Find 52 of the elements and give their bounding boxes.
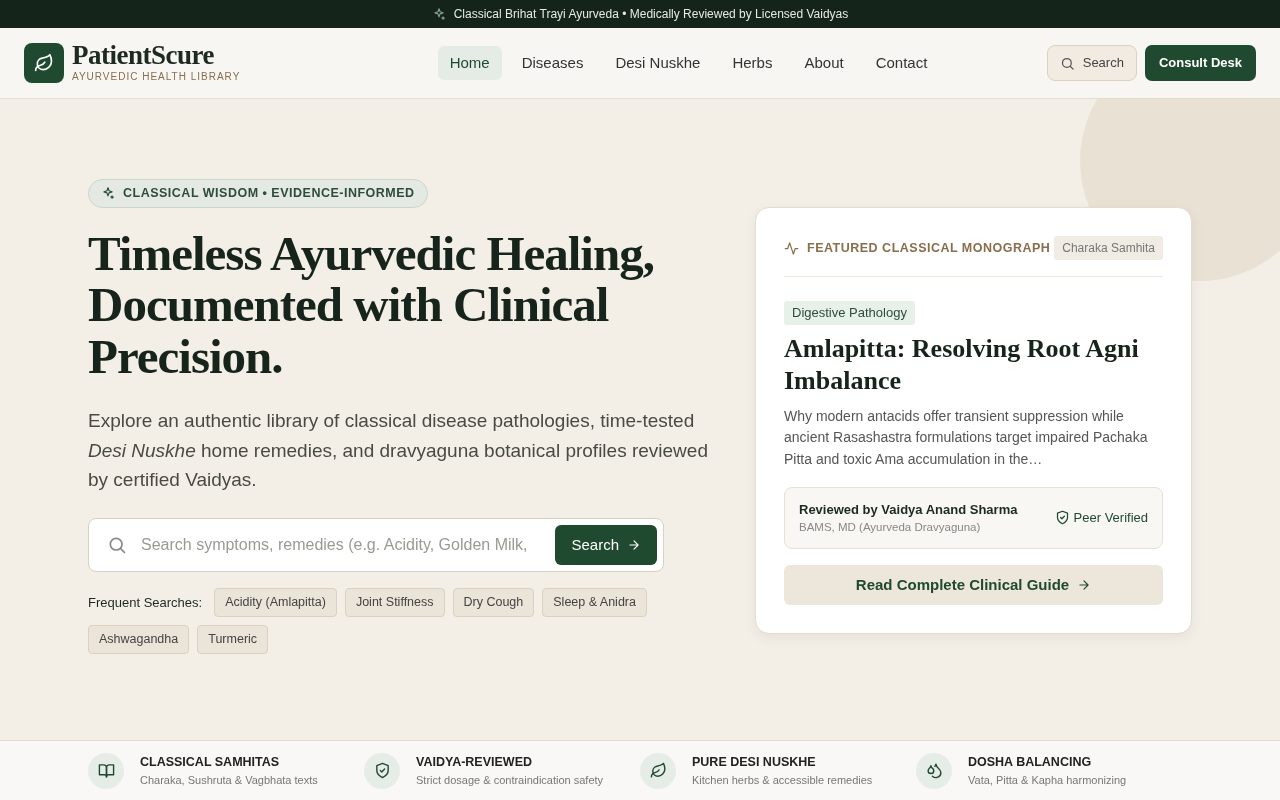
source-tag: Charaka Samhita bbox=[1054, 236, 1163, 260]
card-eyebrow: FEATURED CLASSICAL MONOGRAPH bbox=[807, 239, 1051, 257]
shield-check-icon bbox=[373, 762, 391, 779]
reviewer-name: Reviewed by Vaidya Anand Sharma bbox=[799, 500, 1018, 519]
nav-link[interactable]: Home bbox=[437, 45, 502, 81]
sparkle-icon bbox=[101, 186, 115, 201]
hero-description: Explore an authentic library of classical disease pathologies, time-tested Desi Nuskhe home remedies, and dravyaguna botanical profiles reviewed by certified Vaidyas. bbox=[88, 409, 709, 492]
sparkle-icon bbox=[431, 7, 446, 21]
card-title: Amlapitta: Resolving Root Agni Imbalance bbox=[784, 332, 1140, 397]
shield-check-icon bbox=[1054, 510, 1070, 526]
nav-link[interactable]: Contact bbox=[863, 45, 940, 81]
search-field[interactable]: Search symptoms, remedies (e.g. Acidity, Golden Milk, Search bbox=[88, 518, 664, 573]
search-input[interactable]: Search symptoms, remedies (e.g. Acidity, Golden Milk, bbox=[139, 532, 544, 559]
search-chip[interactable]: Sleep & Anidra bbox=[542, 588, 647, 618]
nav-link[interactable]: Desi Nuskhe bbox=[603, 45, 713, 81]
feature-title: CLASSICAL SAMHITAS bbox=[140, 753, 281, 771]
search-chip[interactable]: Dry Cough bbox=[452, 588, 535, 618]
nav-link[interactable]: About bbox=[792, 45, 856, 81]
feature-title: DOSHA BALANCING bbox=[968, 753, 1093, 771]
drops-icon bbox=[925, 762, 943, 779]
verification-label: Peer Verified bbox=[1073, 509, 1148, 528]
feature-description: Charaka, Sushruta & Vagbhata texts bbox=[140, 772, 318, 788]
search-icon bbox=[1059, 55, 1075, 71]
frequent-searches-label: Frequent Searches: bbox=[88, 594, 203, 612]
nav-link[interactable]: Herbs bbox=[720, 45, 785, 81]
brand-tagline: AYURVEDIC HEALTH LIBRARY bbox=[72, 70, 241, 84]
hero-title: Timeless Ayurvedic Healing, Documented with Clinical Precision. bbox=[88, 227, 655, 383]
category-tag: Digestive Pathology bbox=[784, 301, 915, 325]
feature-description: Vata, Pitta & Kapha harmonizing bbox=[968, 772, 1127, 788]
search-chip[interactable]: Ashwagandha bbox=[88, 625, 190, 654]
feature-description: Strict dosage & contraindication safety bbox=[416, 772, 604, 788]
search-chip[interactable]: Acidity (Amlapitta) bbox=[214, 588, 337, 618]
leaf-icon bbox=[649, 762, 667, 779]
feature-title: VAIDYA-REVIEWED bbox=[416, 753, 533, 771]
search-chip[interactable]: Joint Stiffness bbox=[344, 588, 445, 618]
consult-button[interactable]: Consult Desk bbox=[1144, 45, 1256, 81]
brand-name[interactable]: PatientScure bbox=[72, 42, 241, 69]
eyebrow-text: CLASSICAL WISDOM • EVIDENCE-INFORMED bbox=[123, 185, 415, 202]
search-button[interactable]: Search bbox=[555, 525, 657, 566]
nav-link[interactable]: Diseases bbox=[509, 45, 596, 81]
feature-title: PURE DESI NUSKHE bbox=[692, 753, 817, 771]
reviewer-credentials: BAMS, MD (Ayurveda Dravyaguna) bbox=[799, 520, 982, 536]
logo-icon bbox=[24, 43, 64, 83]
search-button[interactable]: Search bbox=[1046, 45, 1137, 81]
search-icon bbox=[107, 535, 127, 556]
card-summary: Why modern antacids offer transient suppression while ancient Rasashastra formulations target impaired Pachaka Pitta and toxic Ama accumulation in the… bbox=[784, 406, 1149, 469]
read-guide-button[interactable]: Read Complete Clinical Guide bbox=[784, 565, 1163, 606]
feature-description: Kitchen herbs & accessible remedies bbox=[692, 772, 873, 788]
announcement-text: Classical Brihat Trayi Ayurveda • Medically Reviewed by Licensed Vaidyas bbox=[453, 6, 849, 23]
book-icon bbox=[97, 762, 115, 779]
search-chip[interactable]: Turmeric bbox=[197, 625, 269, 654]
pulse-icon bbox=[784, 240, 799, 256]
